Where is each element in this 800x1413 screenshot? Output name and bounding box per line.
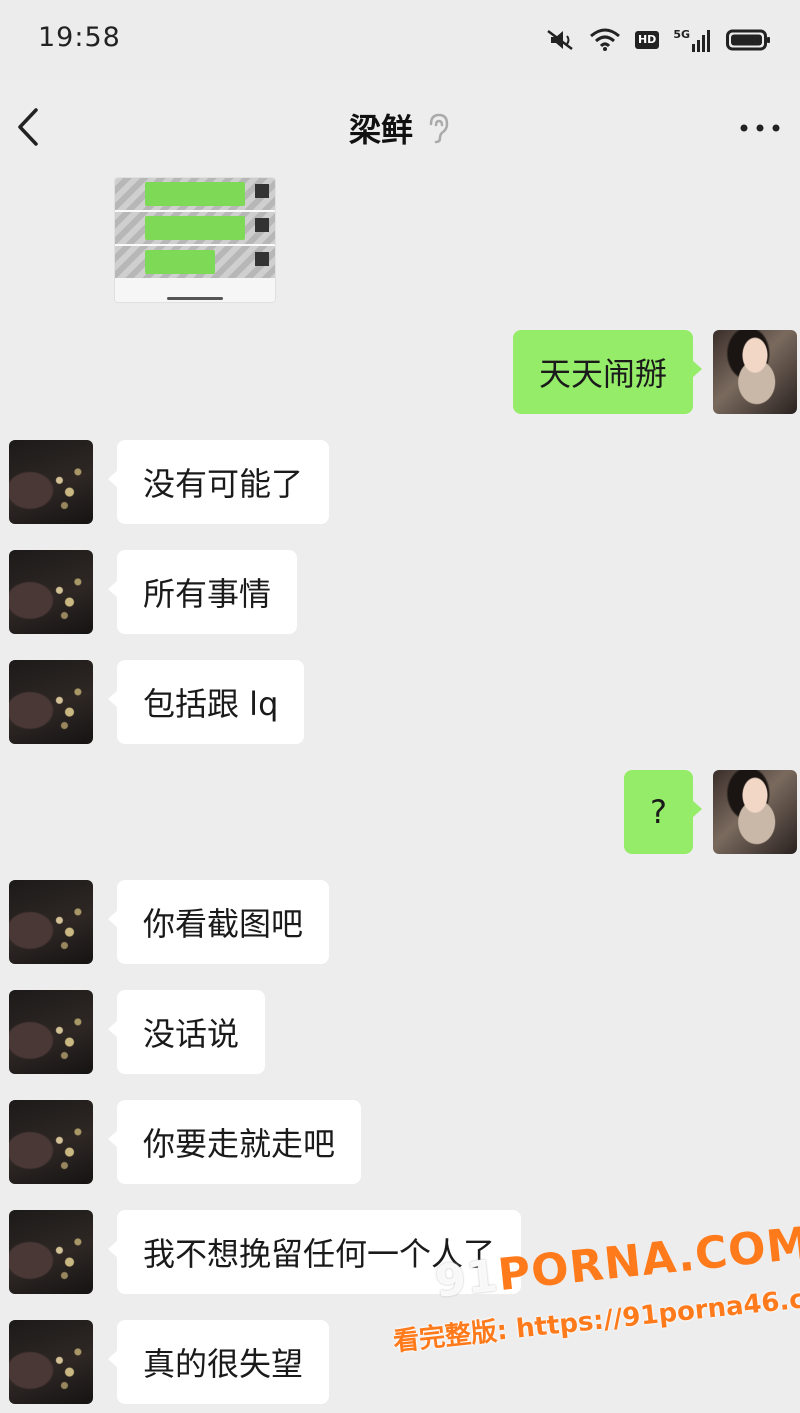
screenshot-avatar	[255, 252, 269, 266]
message-row: 包括跟 lq	[0, 660, 800, 744]
message-row: 你看截图吧	[0, 880, 800, 964]
contact-avatar[interactable]	[9, 660, 93, 744]
incoming-message-bubble[interactable]: 没话说	[107, 990, 266, 1074]
contact-avatar[interactable]	[9, 990, 93, 1074]
screenshot-row	[115, 178, 275, 210]
screenshot-row	[115, 212, 275, 244]
status-icons: HD 5G	[545, 20, 772, 60]
chat-title-container: 梁鲜	[0, 105, 800, 151]
status-bar: 19:58 HD 5G	[0, 0, 800, 80]
self-avatar[interactable]	[713, 330, 797, 414]
shared-screenshot-image[interactable]	[115, 178, 275, 302]
contact-avatar[interactable]	[9, 1210, 93, 1294]
outgoing-message-bubble[interactable]: ?	[624, 770, 702, 854]
message-row: 没话说	[0, 990, 800, 1074]
self-avatar[interactable]	[713, 770, 797, 854]
outgoing-message-bubble[interactable]: 天天闹掰	[512, 330, 703, 414]
screenshot-green-bubble	[145, 216, 245, 240]
incoming-message-bubble[interactable]: 你要走就走吧	[107, 1100, 362, 1184]
chat-message-list[interactable]: 天天闹掰 没有可能了 所有事情 包括跟 lq ? 你看截图吧 没话说 你要走就走…	[0, 175, 800, 1413]
incoming-message-bubble[interactable]: 包括跟 lq	[107, 660, 305, 744]
message-row: 所有事情	[0, 550, 800, 634]
incoming-message-bubble[interactable]: 真的很失望	[107, 1320, 330, 1404]
wifi-icon	[589, 28, 621, 52]
screenshot-green-bubble	[145, 250, 215, 274]
contact-avatar[interactable]	[9, 1100, 93, 1184]
screenshot-home-indicator	[167, 297, 223, 300]
battery-icon	[726, 28, 772, 52]
chat-header: 梁鲜	[0, 80, 800, 175]
chat-title: 梁鲜	[348, 111, 413, 149]
message-row: ?	[0, 770, 800, 854]
message-row: 没有可能了	[0, 440, 800, 524]
mute-icon	[545, 28, 575, 52]
contact-avatar[interactable]	[9, 880, 93, 964]
more-icon	[740, 124, 780, 132]
screenshot-avatar	[255, 184, 269, 198]
status-time: 19:58	[38, 22, 121, 53]
contact-avatar[interactable]	[9, 550, 93, 634]
incoming-message-bubble[interactable]: 没有可能了	[107, 440, 330, 524]
5g-signal-icon: 5G	[673, 28, 712, 52]
incoming-message-bubble[interactable]: 你看截图吧	[107, 880, 330, 964]
hd-icon: HD	[634, 31, 660, 49]
screenshot-row	[115, 246, 275, 278]
contact-avatar[interactable]	[9, 1320, 93, 1404]
more-button[interactable]	[738, 110, 782, 146]
contact-avatar[interactable]	[9, 440, 93, 524]
watermark-logo-prefix: 91	[432, 1250, 501, 1308]
ear-icon	[429, 113, 449, 144]
screenshot-green-bubble	[145, 182, 245, 206]
network-label: 5G	[673, 28, 690, 41]
screenshot-avatar	[255, 218, 269, 232]
incoming-message-bubble[interactable]: 所有事情	[107, 550, 298, 634]
message-row: 天天闹掰	[0, 330, 800, 414]
screenshot-input-bar	[115, 278, 275, 302]
message-row: 你要走就走吧	[0, 1100, 800, 1184]
